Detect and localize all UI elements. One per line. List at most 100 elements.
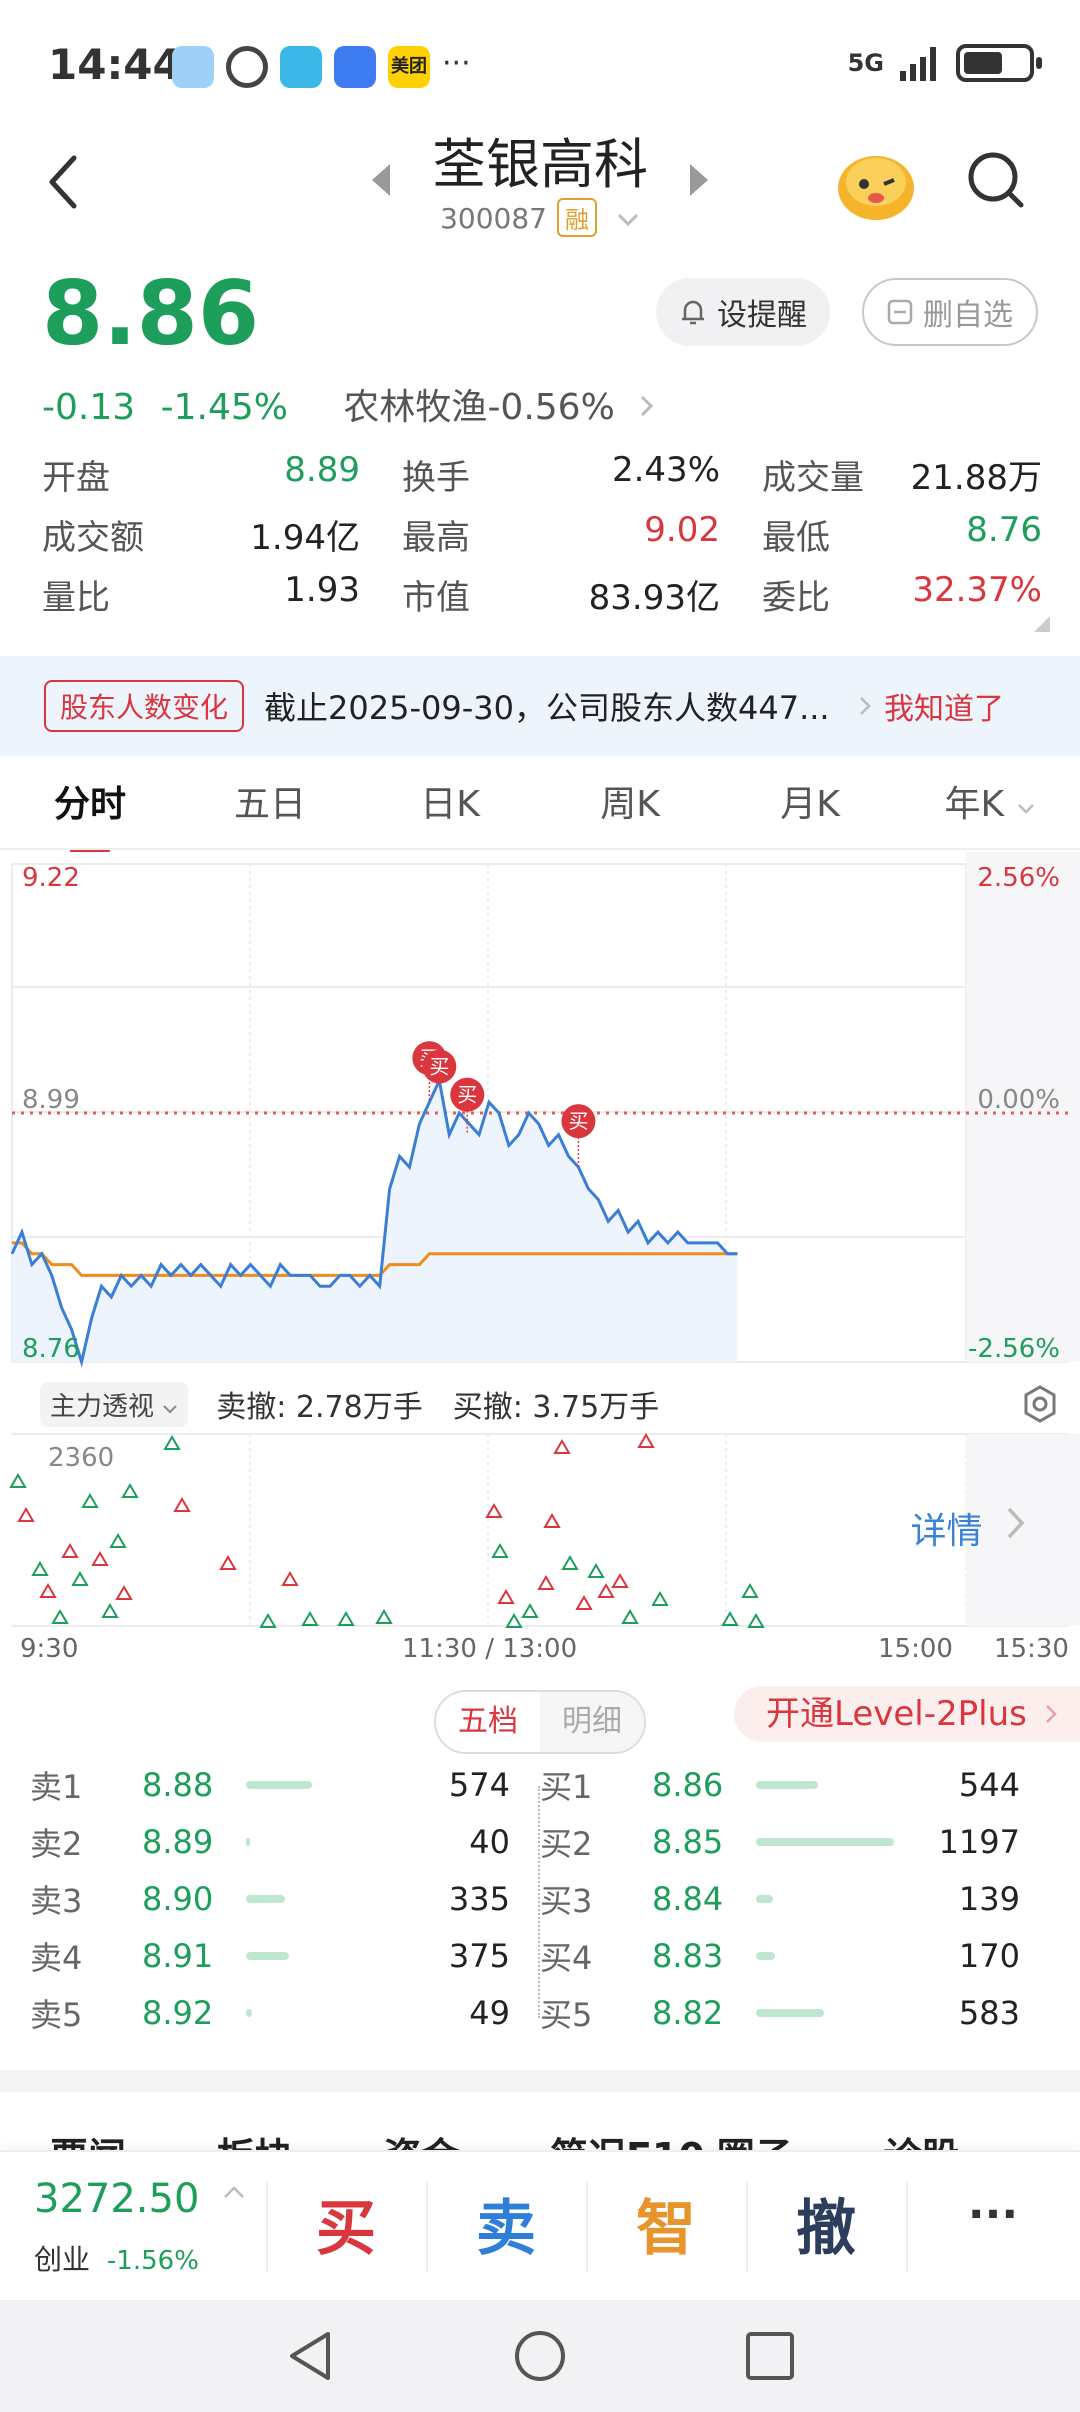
section-separator (0, 2070, 1080, 2092)
tab-news[interactable]: 要闻 (50, 2126, 217, 2150)
sell-button[interactable]: 卖 (426, 2180, 586, 2267)
level-label: 卖2 (30, 1824, 83, 1863)
books-icon (280, 46, 322, 88)
stat-value: 8.76 (966, 509, 1042, 550)
tab-monthly-k[interactable]: 月K (720, 770, 900, 840)
remove-watchlist-label: 删自选 (923, 298, 1013, 333)
nav-home-icon[interactable] (512, 2328, 568, 2384)
tab-five-day[interactable]: 五日 (180, 770, 360, 840)
level-price: 8.84 (652, 1879, 724, 1918)
sector-link[interactable]: 农林牧渔-0.56% (343, 387, 656, 428)
time-label-open: 9:30 (20, 1634, 79, 1664)
chat-icon (334, 46, 376, 88)
buy-button[interactable]: 买 (266, 2180, 426, 2267)
level-price: 8.89 (142, 1822, 214, 1861)
index-widget[interactable]: 3272.50 (34, 2176, 246, 2222)
bid-level[interactable]: 买3 8.84 139 (540, 1876, 1050, 1922)
search-icon[interactable] (966, 150, 1026, 210)
shareholder-notice[interactable]: 股东人数变化 截止2025-09-30，公司股东人数447... 我知道了 (0, 656, 1080, 756)
stat-label: 最低 (762, 517, 830, 558)
time-axis: 9:30 11:30 / 13:00 15:00 15:30 (0, 1634, 1080, 1674)
sell-cancel: 卖撤: 2.78万手 (216, 1390, 423, 1425)
bid-level[interactable]: 买1 8.86 544 (540, 1762, 1050, 1808)
tab-yearly-k-label: 年K (944, 784, 1005, 825)
bid-level[interactable]: 买5 8.82 583 (540, 1990, 1050, 2036)
settings-icon[interactable] (1020, 1384, 1060, 1424)
remove-watchlist-button[interactable]: 删自选 (862, 278, 1038, 346)
level-label: 买1 (540, 1767, 593, 1806)
nav-back-icon[interactable] (282, 2328, 338, 2384)
expand-corner-icon[interactable] (1034, 616, 1050, 632)
buy-cancel: 买撤: 3.75万手 (452, 1390, 660, 1425)
set-alert-button[interactable]: 设提醒 (656, 278, 830, 346)
tab-funds[interactable]: 资金 (383, 2126, 550, 2150)
level-price: 8.85 (652, 1822, 724, 1861)
level-volume: 1197 (938, 1822, 1020, 1861)
indicator-selector[interactable]: 主力透视 (40, 1381, 189, 1427)
tabs-divider (0, 848, 1080, 850)
level2-upgrade-button[interactable]: 开通Level-2Plus (734, 1686, 1080, 1742)
ask-level[interactable]: 卖3 8.90 335 (30, 1876, 540, 1922)
notice-dismiss-button[interactable]: 我知道了 (884, 684, 1004, 728)
tab-weekly-k[interactable]: 周K (540, 770, 720, 840)
bell-icon (682, 300, 704, 325)
buy-mark-label: 买 (568, 1109, 588, 1133)
tab-intraday[interactable]: 分时 (0, 770, 180, 854)
tab-yearly-k[interactable]: 年K (900, 770, 1080, 840)
level-bar-track (246, 1780, 386, 1789)
more-button[interactable]: ··· (906, 2180, 1080, 2250)
level-price: 8.82 (652, 1993, 724, 2032)
notice-text: 截止2025-09-30，公司股东人数447... (264, 689, 830, 727)
tab-five-levels[interactable]: 五档 (436, 1692, 540, 1752)
index-pct: -1.56% (106, 2246, 199, 2276)
stat-label: 最高 (402, 517, 470, 558)
chevron-right-icon (1007, 1507, 1025, 1539)
tab-sector[interactable]: 板块 (217, 2126, 384, 2150)
level-price: 8.91 (142, 1936, 214, 1975)
ask-level[interactable]: 卖4 8.91 375 (30, 1933, 540, 1979)
chevron-right-icon (860, 697, 871, 715)
cancel-order-button[interactable]: 撤 (746, 2180, 906, 2267)
bid-level[interactable]: 买2 8.85 1197 (540, 1819, 1050, 1865)
chevron-down-icon (1017, 804, 1034, 814)
level-bar (756, 1894, 773, 1903)
index-value: 3272.50 (34, 2176, 200, 2222)
time-label-close: 15:00 (878, 1634, 953, 1664)
level-bar (246, 1780, 313, 1789)
nav-recents-icon[interactable] (744, 2330, 796, 2382)
notice-tag: 股东人数变化 (44, 680, 245, 732)
stat-value: 32.37% (912, 569, 1042, 610)
tab-daily-k[interactable]: 日K (360, 770, 540, 840)
level-price: 8.86 (652, 1765, 724, 1804)
detail-link[interactable]: 详情 (911, 1502, 1028, 1554)
tab-trade-detail[interactable]: 明细 (540, 1692, 644, 1752)
stat-value: 1.94亿 (250, 517, 360, 558)
orderbook-row: 卖1 8.88 574 买1 8.86 544 (30, 1756, 1060, 1813)
smart-button[interactable]: 智 (586, 2180, 746, 2267)
level-label: 卖3 (30, 1881, 83, 1920)
level-bar (756, 1780, 819, 1789)
stock-code-row[interactable]: 300087 融 (0, 198, 1080, 237)
stat-value: 2.43% (611, 449, 720, 490)
tab-diagnosis[interactable]: 诊股 (883, 2126, 1050, 2150)
level-label: 买4 (540, 1938, 593, 1977)
book-divider (538, 1786, 540, 2018)
weather-icon (172, 46, 214, 88)
level-bar-track (246, 1894, 386, 1903)
mascot-icon[interactable] (834, 142, 918, 226)
level-price: 8.92 (142, 1993, 214, 2032)
ask-level[interactable]: 卖5 8.92 49 (30, 1990, 540, 2036)
y-right-bottom: -2.56% (968, 1334, 1060, 1364)
orderbook-row: 卖5 8.92 49 买5 8.82 583 (30, 1984, 1060, 2041)
stat-value: 83.93亿 (588, 577, 720, 618)
level-bar-track (756, 2008, 896, 2017)
ask-level[interactable]: 卖2 8.89 40 (30, 1819, 540, 1865)
ask-level[interactable]: 卖1 8.88 574 (30, 1762, 540, 1808)
bid-level[interactable]: 买4 8.83 170 (540, 1933, 1050, 1979)
tab-community[interactable]: 圈子 (717, 2126, 884, 2150)
stat-label: 委比 (762, 577, 830, 618)
tab-f10[interactable]: 简况F10 (550, 2126, 717, 2150)
stat-label: 市值 (402, 577, 470, 618)
subchart-toolbar: 主力透视 卖撤: 2.78万手 买撤: 3.75万手 (0, 1374, 1080, 1434)
orderbook-row: 卖3 8.90 335 买3 8.84 139 (30, 1870, 1060, 1927)
